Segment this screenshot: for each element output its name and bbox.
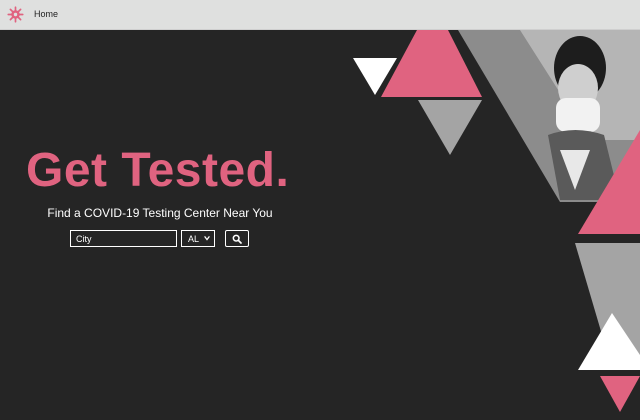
search-button[interactable]: [225, 230, 249, 247]
nav-home-link[interactable]: Home: [34, 9, 58, 19]
pink-triangle-3: [600, 376, 640, 412]
state-select-value: AL: [188, 233, 200, 244]
chevron-down-icon: [204, 236, 210, 241]
grey-triangle-1: [418, 100, 482, 155]
hero-subtitle: Find a COVID-19 Testing Center Near You: [47, 206, 273, 220]
top-nav-bar: Home: [0, 0, 640, 30]
state-select[interactable]: AL: [181, 230, 215, 247]
search-icon: [232, 234, 242, 244]
hero-headline: Get Tested.: [26, 144, 290, 197]
city-input[interactable]: [70, 230, 177, 247]
hero-graphic: [353, 30, 640, 412]
virus-icon[interactable]: [7, 6, 24, 23]
